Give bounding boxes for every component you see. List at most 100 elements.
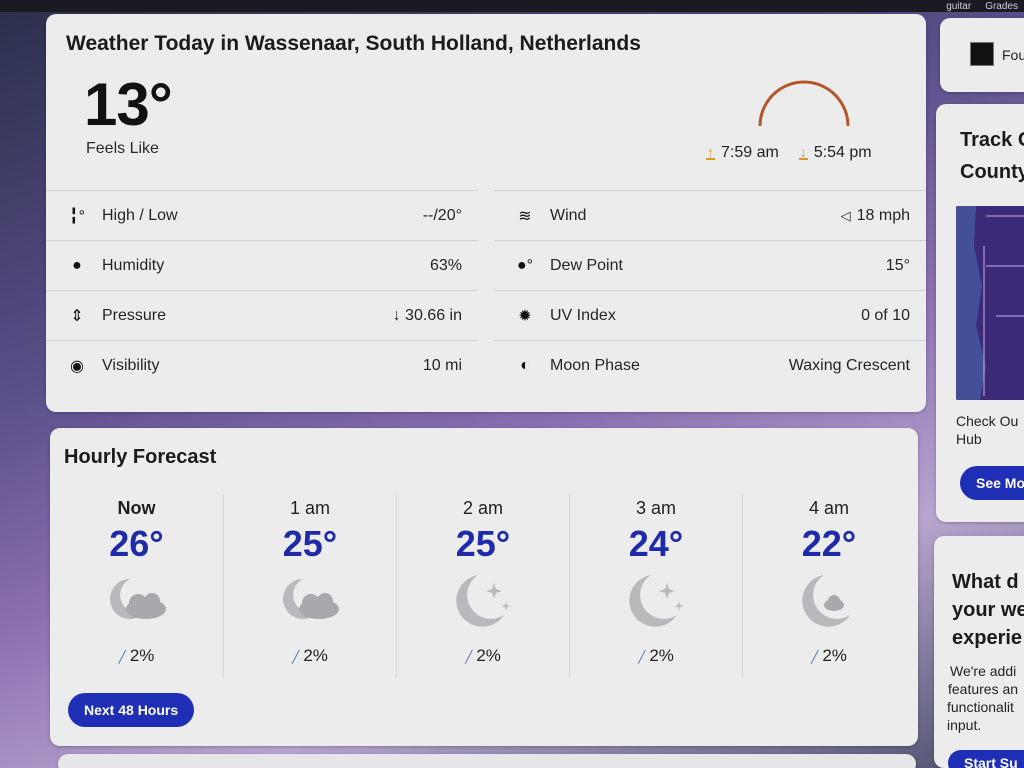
clear-night-icon [629, 575, 684, 627]
feedback-body-line4: input. [947, 717, 982, 733]
today-weather-card: Weather Today in Wassenaar, South Hollan… [46, 14, 926, 412]
sidebar-card-top[interactable]: Fou [940, 18, 1024, 92]
raindrop-icon: ╱ [465, 650, 473, 664]
topbar-item-grades[interactable]: Grades [985, 1, 1018, 12]
visibility-eye-icon: ◉ [70, 357, 84, 375]
uv-index-icon: ✹ [518, 307, 532, 325]
hour-precip: ╱ 2% [224, 646, 396, 666]
detail-label: High / Low [102, 206, 178, 224]
details-right-column: ≋ Wind ◁ 18 mph ●° Dew Point 15° ✹ UV Ind… [494, 190, 926, 390]
hour-time: 2 am [462, 498, 504, 518]
hour-item[interactable]: 2 am 25° ╱ 2% [396, 494, 569, 678]
track-county-caption-line1: Check Ou [956, 413, 1019, 429]
thumbnail-image [970, 42, 994, 66]
raindrop-icon: ╱ [118, 650, 126, 664]
sunrise-icon: ↑ [706, 144, 715, 160]
next-card-edge [58, 754, 916, 768]
us-map-image[interactable] [956, 206, 1024, 400]
precip-value: 2% [129, 646, 155, 665]
topbar-item-guitar[interactable]: guitar [946, 1, 971, 12]
detail-row-dew-point: ●° Dew Point 15° [494, 240, 926, 290]
detail-value: Waxing Crescent [788, 356, 910, 374]
hour-item[interactable]: 3 am 24° ╱ 2% [569, 494, 742, 678]
detail-label: Visibility [102, 356, 160, 374]
raindrop-icon: ╱ [292, 650, 300, 664]
detail-row-pressure: ⇕ Pressure ↓ 30.66 in [46, 290, 478, 340]
sun-times: ↑ 7:59 am ↓ 5:54 pm [706, 144, 872, 162]
sunset-icon: ↓ [798, 144, 808, 160]
detail-label: Pressure [102, 306, 167, 324]
current-temperature: 13° [84, 71, 173, 138]
dew-point-icon: ●° [516, 256, 534, 274]
see-more-button[interactable]: See Mo [960, 466, 1024, 500]
hour-temperature: 25° [282, 523, 338, 564]
hour-item[interactable]: 4 am 22° ╱ 2% [742, 494, 915, 678]
hour-item[interactable]: Now 26° ╱ 2% [50, 494, 223, 678]
feedback-title-line2: your we [952, 599, 1024, 621]
track-county-title-line1: Track C [960, 129, 1024, 151]
hour-time: 1 am [289, 498, 331, 518]
detail-label: UV Index [550, 306, 616, 324]
detail-row-humidity: ● Humidity 63% [46, 240, 478, 290]
raindrop-icon: ╱ [638, 650, 646, 664]
detail-label: Humidity [102, 256, 165, 274]
detail-value: 0 of 10 [861, 306, 910, 324]
hour-item[interactable]: 1 am 25° ╱ 2% [223, 494, 396, 678]
start-survey-button[interactable]: Start Su [948, 750, 1024, 768]
wind-speed-value: 18 mph [856, 206, 910, 224]
detail-label: Dew Point [550, 256, 623, 274]
feedback-body-line2: features an [948, 681, 1019, 697]
page-title: Weather Today in Wassenaar, South Hollan… [66, 32, 641, 55]
sunrise-time: 7:59 am [721, 144, 779, 161]
feedback-body-line1: We're addi [950, 663, 1017, 679]
precip-value: 2% [476, 646, 501, 665]
detail-value: ◁ 18 mph [841, 207, 910, 225]
feedback-body-line3: functionalit [947, 699, 1014, 715]
detail-value: 15° [885, 256, 910, 274]
sidebar-card-top-text: Fou [1002, 47, 1024, 63]
detail-row-visibility: ◉ Visibility 10 mi [46, 340, 478, 390]
precip-value: 2% [649, 646, 674, 665]
map-shape [956, 206, 1024, 400]
sidebar-card-feedback: What d your we experie We're addi featur… [934, 536, 1024, 768]
details-left-column: ╏° High / Low --/20° ● Humidity 63% ⇕ Pr… [46, 190, 478, 390]
detail-row-uv-index: ✹ UV Index 0 of 10 [494, 290, 926, 340]
detail-label: Wind [550, 206, 587, 224]
detail-value: --/20° [422, 206, 462, 224]
hour-temperature: 25° [455, 523, 511, 564]
hour-time: 3 am [635, 498, 677, 518]
hour-temperature: 22° [801, 523, 857, 564]
hour-precip: ╱ 2% [743, 646, 915, 666]
mostly-clear-night-icon [802, 575, 850, 627]
hourly-list: Now 26° ╱ 2% 1 am 25° ╱ 2% 2 am 25° ╱ 2%… [50, 494, 918, 678]
hour-precip: ╱ 2% [397, 646, 569, 666]
feedback-title-line3: experie [952, 627, 1023, 649]
detail-row-moon-phase: ◐ Moon Phase Waxing Crescent [494, 340, 926, 390]
detail-row-high-low: ╏° High / Low --/20° [46, 190, 478, 240]
humidity-drop-icon: ● [72, 256, 82, 274]
os-top-bar: guitar Grades [0, 0, 1024, 12]
feels-like-label: Feels Like [86, 140, 159, 157]
detail-row-wind: ≋ Wind ◁ 18 mph [494, 190, 926, 240]
hour-temperature: 26° [109, 523, 164, 564]
hourly-title: Hourly Forecast [64, 446, 217, 468]
partly-cloudy-night-icon [109, 579, 166, 619]
clear-night-icon [456, 575, 511, 627]
track-county-caption-line2: Hub [956, 431, 982, 447]
hour-time: Now [117, 498, 156, 518]
sun-arc-icon [758, 80, 850, 127]
partly-cloudy-night-icon [283, 579, 339, 619]
wind-direction-icon: ◁ [840, 207, 851, 223]
raindrop-icon: ╱ [811, 650, 819, 664]
hour-time: 4 am [808, 498, 850, 518]
feedback-title-line1: What d [952, 571, 1019, 593]
sunset-time: 5:54 pm [813, 144, 872, 161]
precip-value: 2% [822, 646, 847, 665]
precip-value: 2% [303, 646, 328, 665]
hour-temperature: 24° [628, 523, 684, 564]
detail-value: ↓ 30.66 in [392, 306, 462, 324]
pressure-icon: ⇕ [70, 307, 84, 325]
next-48-hours-button[interactable]: Next 48 Hours [68, 693, 195, 727]
detail-value: 63% [429, 256, 462, 274]
track-county-title-line2: County [960, 161, 1024, 183]
